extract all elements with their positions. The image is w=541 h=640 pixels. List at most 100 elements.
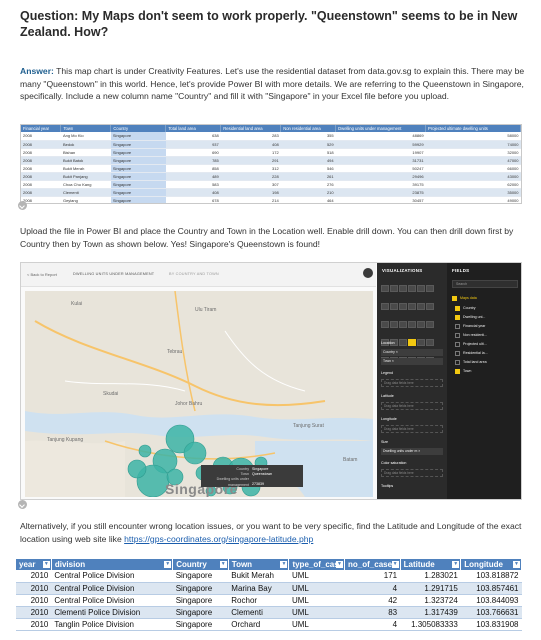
map-bubble[interactable] (127, 459, 147, 479)
expand-icon[interactable] (18, 201, 27, 210)
well-field[interactable]: Country × (381, 349, 443, 356)
visual-type-icon[interactable] (426, 285, 434, 292)
visual-type-icon[interactable] (399, 303, 407, 310)
visual-type-icon[interactable] (381, 285, 389, 292)
well-drop-zone[interactable]: Drag data fields here (381, 469, 443, 477)
field-item[interactable]: Country (455, 306, 476, 311)
checkbox-icon[interactable] (455, 342, 460, 347)
well-drop-zone[interactable]: Drag data fields here (381, 402, 443, 410)
table-cell: Singapore (172, 570, 229, 583)
filter-dropdown-icon[interactable]: ▼ (513, 561, 520, 568)
table-row: 2008 Choa Chu Kang Singapore 583 307 276 39175… (21, 180, 521, 189)
column-header[interactable]: no_of_cases ▼ (344, 559, 401, 570)
gps-coordinates-link[interactable]: https://gps-coordinates.org/singapore-la… (124, 534, 313, 544)
field-item[interactable]: Non residenti... (455, 333, 487, 338)
column-header[interactable]: Country ▼ (172, 559, 229, 570)
checkbox-icon[interactable] (455, 324, 460, 329)
visual-type-icon[interactable] (408, 321, 416, 328)
map-bubble[interactable] (138, 444, 152, 458)
drill-toggle-icon[interactable] (363, 268, 373, 278)
visual-type-gallery[interactable] (381, 280, 443, 370)
filter-dropdown-icon[interactable]: ▼ (336, 561, 344, 568)
field-item[interactable]: Total land area (455, 360, 487, 365)
powerbi-screenshot: < Back to Report DWELLING UNITS UNDER MA… (20, 262, 522, 500)
field-item[interactable]: Projected ulti... (455, 342, 487, 347)
map-bubble[interactable] (183, 441, 207, 465)
column-header[interactable]: division ▼ (51, 559, 174, 570)
filter-dropdown-icon[interactable]: ▼ (452, 561, 460, 568)
checkbox-icon[interactable] (455, 306, 460, 311)
field-item[interactable]: Financial year (455, 324, 485, 329)
table-cell: UML (288, 582, 345, 595)
table-row: 2010 Clementi Police Division Singapore Cle… (16, 606, 522, 619)
well-drop-zone[interactable]: Drag data fields here (381, 425, 443, 433)
table-cell: Bukit Merah (228, 570, 289, 583)
filter-dropdown-icon[interactable]: ▼ (219, 561, 227, 568)
visual-type-icon[interactable] (390, 285, 398, 292)
visual-type-icon[interactable] (399, 321, 407, 328)
column-header[interactable]: Country (110, 125, 167, 132)
column-header[interactable]: type_of_case ▼ (288, 559, 346, 570)
well-label: Longitude (381, 417, 397, 421)
visual-type-icon[interactable] (426, 303, 434, 310)
fields-table-maps-data[interactable]: Maps data (452, 296, 477, 301)
visual-type-icon[interactable] (399, 339, 407, 346)
visual-type-icon[interactable] (399, 285, 407, 292)
map-visual[interactable]: Kulai Ulu Tiram Tebrau Skudai Johor Bahr… (25, 291, 373, 497)
back-to-report-link[interactable]: < Back to Report (27, 272, 57, 277)
filter-dropdown-icon[interactable]: ▼ (280, 561, 288, 568)
column-header[interactable]: Projected ultimate dwelling units (425, 125, 521, 132)
filter-dropdown-icon[interactable]: ▼ (164, 561, 172, 568)
visual-type-icon[interactable] (381, 303, 389, 310)
table-cell: 2008 (21, 164, 61, 173)
visual-type-icon[interactable] (381, 321, 389, 328)
column-header[interactable]: year ▼ (16, 559, 52, 570)
column-header[interactable]: Total land area (165, 125, 222, 132)
table-cell: 529 (280, 140, 336, 149)
visual-type-icon[interactable] (408, 339, 416, 346)
checkbox-icon[interactable] (455, 369, 460, 374)
field-item[interactable]: Dwelling uni... (455, 315, 485, 320)
fields-search-input[interactable]: Search (452, 280, 518, 288)
well-field[interactable]: Town × (381, 358, 443, 365)
well-field[interactable]: Dwelling units under m × (381, 448, 443, 455)
field-item[interactable]: Town (455, 369, 471, 374)
table-row: 2008 Clementi Singapore 408 198 210 23875 35000 (21, 188, 521, 197)
field-item[interactable]: Residential la... (455, 351, 488, 356)
field-name: Total land area (463, 360, 487, 364)
visual-type-icon[interactable] (417, 321, 425, 328)
visual-type-icon[interactable] (426, 339, 434, 346)
column-header[interactable]: Residential land area (220, 125, 282, 132)
visual-type-icon[interactable] (408, 303, 416, 310)
column-header[interactable]: Financial year (21, 125, 62, 132)
well-label: Color saturation (381, 461, 407, 465)
column-header[interactable]: Town ▼ (228, 559, 290, 570)
visual-type-icon[interactable] (417, 303, 425, 310)
column-header[interactable]: Town (60, 125, 112, 132)
table-cell: 546 (280, 164, 336, 173)
table-cell: 518 (280, 148, 336, 157)
table-cell: UML (288, 606, 345, 619)
checkbox-icon[interactable] (455, 315, 460, 320)
column-header[interactable]: Longitude ▼ (460, 559, 522, 570)
column-header[interactable]: Non residential area (280, 125, 337, 132)
table-cell: Bedok (60, 140, 111, 149)
column-header[interactable]: Dwelling units under management (335, 125, 427, 132)
visual-type-icon[interactable] (417, 339, 425, 346)
visual-type-icon[interactable] (390, 303, 398, 310)
visual-type-icon[interactable] (408, 285, 416, 292)
well-drop-zone[interactable]: Drag data fields here (381, 379, 443, 387)
checkbox-icon[interactable] (455, 360, 460, 365)
visual-type-icon[interactable] (426, 321, 434, 328)
expand-icon-2[interactable] (18, 500, 27, 509)
filter-dropdown-icon[interactable]: ▼ (391, 561, 399, 568)
table-cell: 638 (165, 132, 221, 141)
visual-type-icon[interactable] (390, 321, 398, 328)
filter-dropdown-icon[interactable]: ▼ (42, 561, 50, 568)
column-header[interactable]: Latitude ▼ (400, 559, 462, 570)
visual-type-icon[interactable] (417, 285, 425, 292)
table-cell: 39175 (335, 180, 426, 189)
checkbox-icon[interactable] (455, 333, 460, 338)
excel-preview-table: Financial year Town Country Total land area… (21, 125, 521, 203)
checkbox-icon[interactable] (455, 351, 460, 356)
